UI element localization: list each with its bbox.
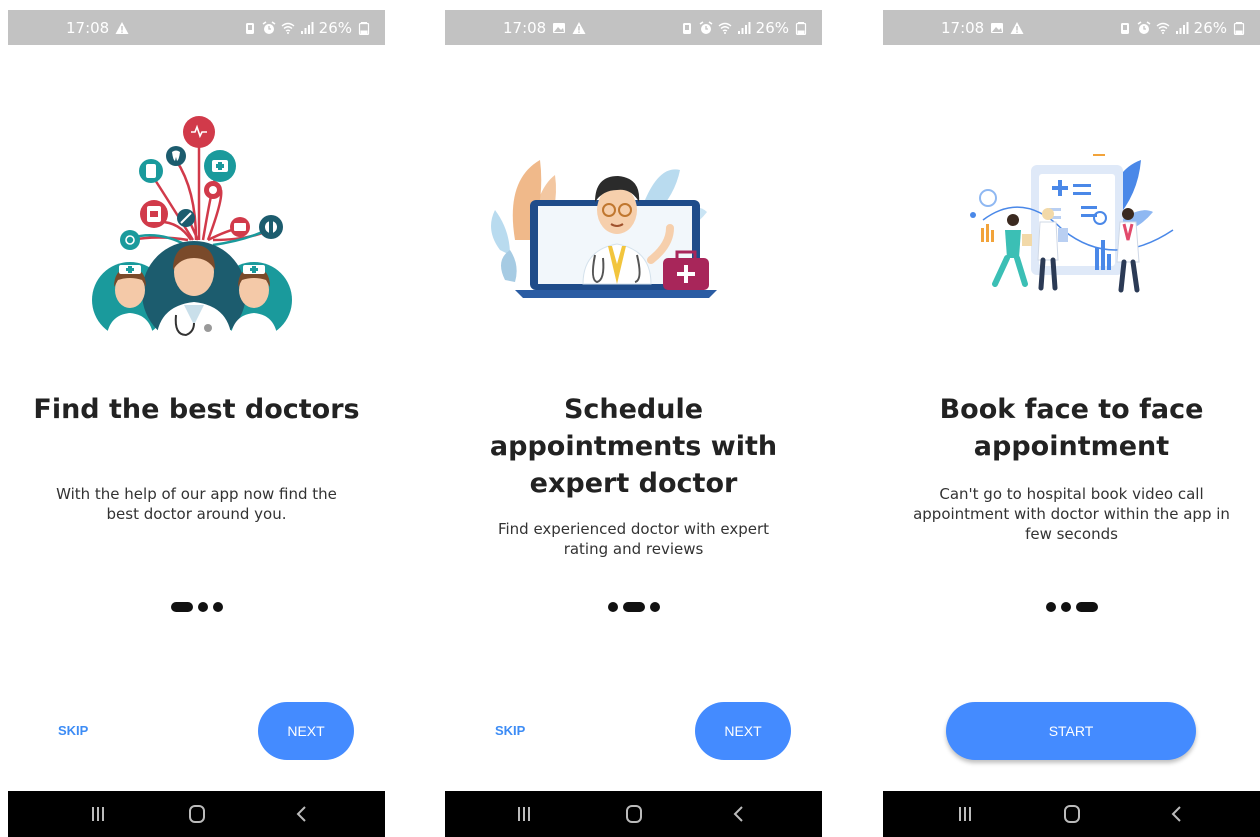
vibrate-icon — [682, 23, 691, 34]
vibrate-icon — [245, 23, 254, 34]
battery-icon — [795, 22, 807, 35]
page-dot-1 — [170, 602, 193, 612]
warning-icon — [115, 22, 129, 34]
status-time: 17:08 — [66, 19, 110, 37]
page-indicator — [883, 602, 1260, 612]
page-dot-2 — [197, 602, 208, 612]
status-time: 17:08 — [503, 19, 547, 37]
battery-icon — [1233, 22, 1245, 35]
page-indicator — [8, 602, 385, 612]
skip-button[interactable]: SKIP — [58, 723, 88, 738]
screen-title: Book face to face appointment — [939, 394, 1204, 462]
battery-percent: 26% — [755, 19, 789, 37]
vibrate-icon — [1120, 23, 1129, 34]
alarm-icon — [262, 21, 276, 34]
medical-team-chart-illustration — [970, 154, 1174, 293]
page-dot-1 — [607, 602, 618, 612]
start-button[interactable]: START — [946, 702, 1196, 760]
wifi-icon — [1156, 22, 1170, 34]
page-dot-2 — [622, 602, 645, 612]
screen-title: Find the best doctors — [33, 394, 360, 425]
wifi-icon — [718, 22, 732, 34]
video-doctor-laptop-illustration — [491, 160, 717, 298]
image-icon — [991, 23, 1004, 33]
status-bar: 17:08 26% — [883, 10, 1260, 45]
home-icon[interactable] — [1060, 802, 1084, 826]
signal-icon — [737, 22, 751, 34]
page-dot-1 — [1045, 602, 1056, 612]
next-button[interactable]: NEXT — [258, 702, 354, 760]
recents-icon[interactable] — [86, 802, 110, 826]
signal-icon — [1175, 22, 1189, 34]
back-icon[interactable] — [290, 802, 314, 826]
warning-icon — [1010, 22, 1024, 34]
onboarding-screen-2: 17:08 26% Schedule appointments with exp… — [445, 0, 822, 837]
navigation-bar — [8, 791, 385, 837]
home-icon[interactable] — [185, 802, 209, 826]
page-dot-3 — [1075, 602, 1098, 612]
screen-description: Find experienced doctor with expert rati… — [497, 520, 770, 558]
status-bar: 17:08 26% — [445, 10, 822, 45]
screen-description: With the help of our app now find the be… — [56, 485, 337, 523]
next-button[interactable]: NEXT — [695, 702, 791, 760]
alarm-icon — [699, 21, 713, 34]
recents-icon[interactable] — [512, 802, 536, 826]
page-dot-3 — [212, 602, 223, 612]
skip-button[interactable]: SKIP — [495, 723, 525, 738]
wifi-icon — [281, 22, 295, 34]
navigation-bar — [445, 791, 822, 837]
image-icon — [553, 23, 566, 33]
onboarding-screen-1: 17:08 26% Find the best doctors With the… — [8, 0, 385, 837]
status-time: 17:08 — [941, 19, 985, 37]
screen-title: Schedule appointments with expert doctor — [489, 394, 778, 499]
home-icon[interactable] — [622, 802, 646, 826]
signal-icon — [300, 22, 314, 34]
battery-percent: 26% — [1193, 19, 1227, 37]
navigation-bar — [883, 791, 1260, 837]
onboarding-screen-3: 17:08 26% Book face to face appointment … — [883, 0, 1260, 837]
doctors-network-illustration — [92, 116, 292, 345]
warning-icon — [572, 22, 586, 34]
screen-description: Can't go to hospital book video call app… — [913, 485, 1230, 543]
status-bar: 17:08 26% — [8, 10, 385, 45]
alarm-icon — [1137, 21, 1151, 34]
page-dot-3 — [649, 602, 660, 612]
recents-icon[interactable] — [953, 802, 977, 826]
back-icon[interactable] — [1165, 802, 1189, 826]
battery-icon — [358, 22, 370, 35]
back-icon[interactable] — [727, 802, 751, 826]
page-dot-2 — [1060, 602, 1071, 612]
battery-percent: 26% — [318, 19, 352, 37]
page-indicator — [445, 602, 822, 612]
